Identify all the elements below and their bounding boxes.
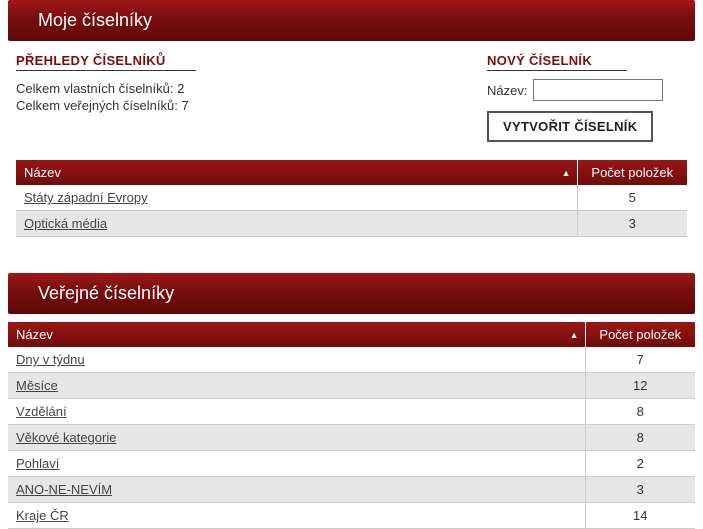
table-row: Vzdělání 8 xyxy=(8,399,695,425)
public-col-name[interactable]: Název ▲ xyxy=(8,322,585,347)
my-col-count-label: Počet položek xyxy=(591,165,673,180)
table-row: ANO-NE-NEVÍM 3 xyxy=(8,477,695,503)
public-col-count-label: Počet položek xyxy=(599,327,681,342)
my-col-name[interactable]: Název ▲ xyxy=(16,160,577,185)
row-count: 14 xyxy=(633,508,647,523)
table-row: Optická média 3 xyxy=(16,211,687,237)
row-name-link[interactable]: Měsíce xyxy=(16,378,58,393)
row-count: 2 xyxy=(637,456,644,471)
row-count: 7 xyxy=(637,352,644,367)
name-input[interactable] xyxy=(533,79,663,101)
row-name-link[interactable]: Vzdělání xyxy=(16,404,67,419)
panel-title-my: Moje číselníky xyxy=(8,0,695,41)
row-count: 8 xyxy=(637,404,644,419)
my-col-name-label: Název xyxy=(24,165,61,180)
my-table: Název ▲ Počet položek Státy západní Evro… xyxy=(16,160,687,237)
table-row: Kraje ČR 14 xyxy=(8,503,695,529)
sort-asc-icon: ▲ xyxy=(570,330,579,340)
row-name-link[interactable]: Dny v týdnu xyxy=(16,352,85,367)
overview-column: PŘEHLEDY ČÍSELNÍKŮ Celkem vlastních číse… xyxy=(16,53,467,142)
row-count: 8 xyxy=(637,430,644,445)
row-name-link[interactable]: Věkové kategorie xyxy=(16,430,116,445)
public-col-count[interactable]: Počet položek xyxy=(585,322,695,347)
panel-title-public: Veřejné číselníky xyxy=(8,273,695,314)
panel-title-my-text: Moje číselníky xyxy=(38,10,152,30)
panel-title-public-text: Veřejné číselníky xyxy=(38,283,174,303)
overview-heading: PŘEHLEDY ČÍSELNÍKŮ xyxy=(16,53,196,71)
public-table: Název ▲ Počet položek Dny v týdnu 7 Měsí… xyxy=(8,322,695,529)
row-name-link[interactable]: ANO-NE-NEVÍM xyxy=(16,482,112,497)
table-row: Státy západní Evropy 5 xyxy=(16,185,687,211)
table-row: Pohlaví 2 xyxy=(8,451,695,477)
stat-own-label: Celkem vlastních číselníků: xyxy=(16,81,174,96)
new-heading: NOVÝ ČÍSELNÍK xyxy=(487,53,627,71)
row-name-link[interactable]: Pohlaví xyxy=(16,456,59,471)
my-table-body: Státy západní Evropy 5 Optická média 3 xyxy=(16,185,687,237)
row-name-link[interactable]: Optická média xyxy=(24,216,107,231)
name-label: Název: xyxy=(487,83,527,98)
public-table-body: Dny v týdnu 7 Měsíce 12 Vzdělání 8 Věkov… xyxy=(8,347,695,529)
row-count: 3 xyxy=(637,482,644,497)
stat-public: Celkem veřejných číselníků: 7 xyxy=(16,98,467,113)
row-name-link[interactable]: Státy západní Evropy xyxy=(24,190,148,205)
table-row: Věkové kategorie 8 xyxy=(8,425,695,451)
row-count: 12 xyxy=(633,378,647,393)
stat-public-count: 7 xyxy=(181,98,188,113)
stat-own-count: 2 xyxy=(177,81,184,96)
row-name-link[interactable]: Kraje ČR xyxy=(16,508,69,523)
public-col-name-label: Název xyxy=(16,327,53,342)
sort-asc-icon: ▲ xyxy=(562,168,571,178)
stat-public-label: Celkem veřejných číselníků: xyxy=(16,98,178,113)
stat-own: Celkem vlastních číselníků: 2 xyxy=(16,81,467,96)
new-column: NOVÝ ČÍSELNÍK Název: VYTVOŘIT ČÍSELNÍK xyxy=(487,53,687,142)
my-col-count[interactable]: Počet položek xyxy=(577,160,687,185)
row-count: 3 xyxy=(629,216,636,231)
create-button[interactable]: VYTVOŘIT ČÍSELNÍK xyxy=(487,111,653,142)
table-row: Měsíce 12 xyxy=(8,373,695,399)
row-count: 5 xyxy=(629,190,636,205)
table-row: Dny v týdnu 7 xyxy=(8,347,695,373)
